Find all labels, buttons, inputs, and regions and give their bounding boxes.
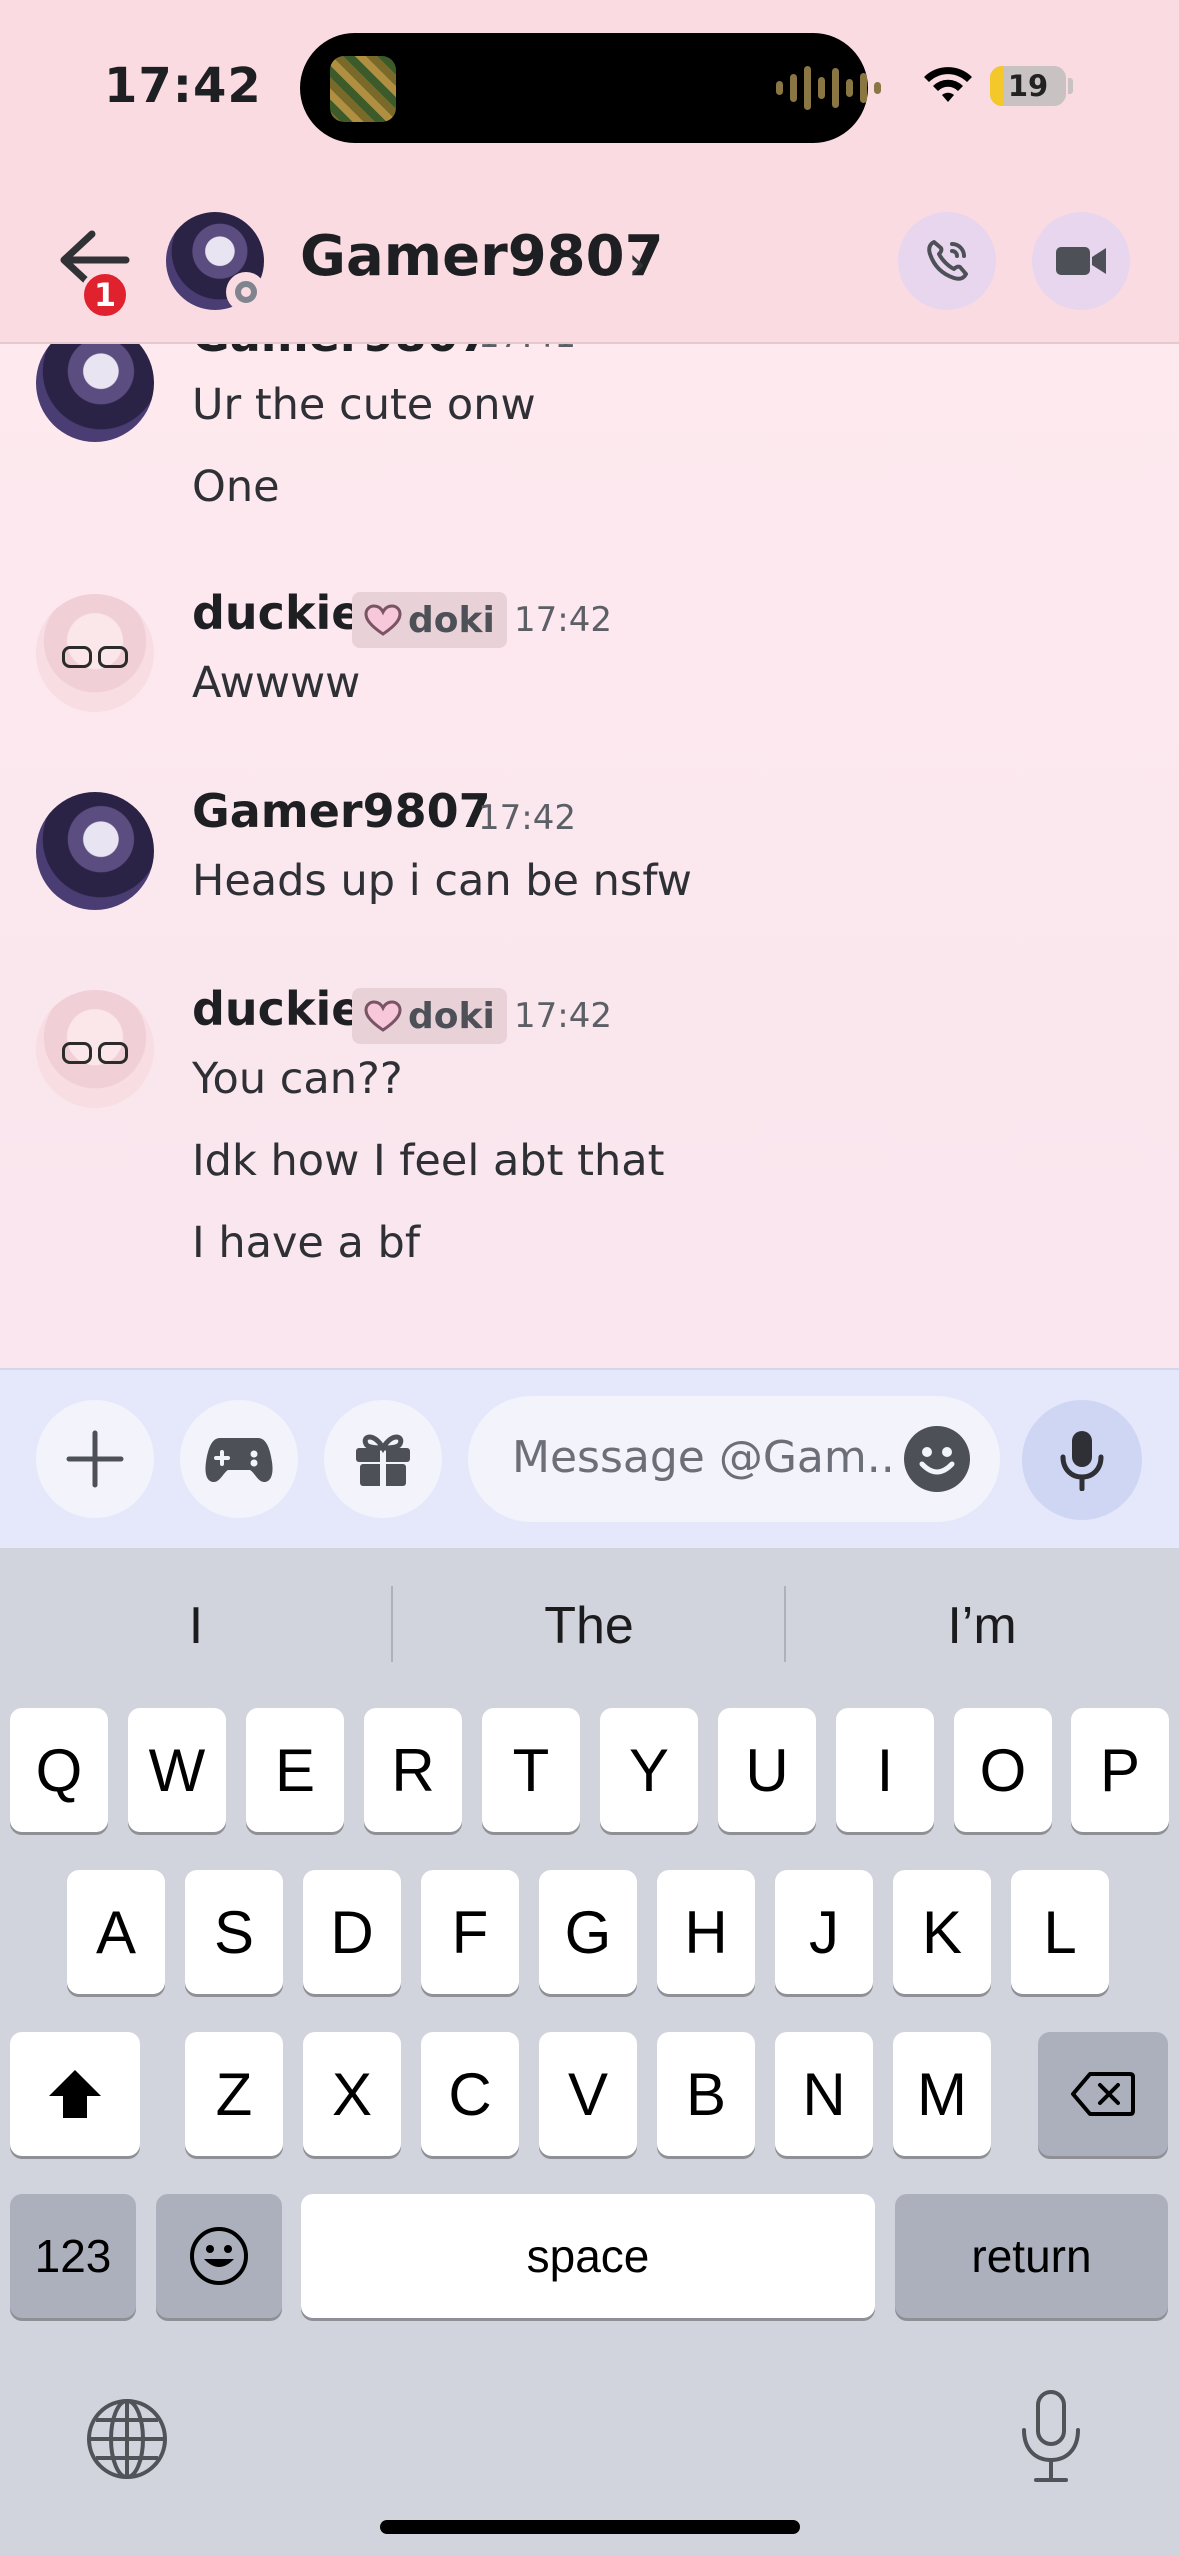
- battery-icon: 19: [990, 66, 1066, 106]
- message-text[interactable]: One: [192, 462, 280, 512]
- message-username[interactable]: Gamer9807: [192, 344, 491, 362]
- key[interactable]: K: [893, 1870, 991, 1994]
- offline-status-icon: [226, 272, 266, 312]
- message-timestamp: 17:42: [478, 798, 576, 838]
- return-key[interactable]: return: [895, 2194, 1168, 2318]
- key[interactable]: X: [303, 2032, 401, 2156]
- emoji-button[interactable]: [904, 1426, 970, 1492]
- message-username[interactable]: duckie: [192, 586, 363, 640]
- suggestion-item[interactable]: The: [393, 1596, 785, 1656]
- message-timestamp: 17:42: [514, 996, 612, 1036]
- key[interactable]: Z: [185, 2032, 283, 2156]
- key[interactable]: T: [482, 1708, 580, 1832]
- message-list[interactable]: Gamer9807 17:41 Ur the cute onw One duck…: [0, 344, 1179, 1368]
- chevron-right-icon[interactable]: ›: [628, 236, 646, 290]
- key[interactable]: L: [1011, 1870, 1109, 1994]
- wifi-icon: [924, 67, 972, 102]
- unread-badge: 1: [80, 270, 130, 320]
- avatar[interactable]: [36, 344, 154, 442]
- message-text[interactable]: Idk how I feel abt that: [192, 1136, 664, 1186]
- key[interactable]: N: [775, 2032, 873, 2156]
- shift-arrow-icon: [49, 2070, 101, 2118]
- voice-call-button[interactable]: [898, 212, 996, 310]
- message-text[interactable]: You can??: [192, 1054, 403, 1104]
- user-tag-label: doki: [408, 599, 495, 641]
- space-key[interactable]: space: [301, 2194, 875, 2318]
- message-timestamp: 17:42: [514, 600, 612, 640]
- key[interactable]: A: [67, 1870, 165, 1994]
- status-time: 17:42: [104, 58, 262, 114]
- key[interactable]: E: [246, 1708, 344, 1832]
- shift-key[interactable]: [10, 2032, 140, 2156]
- emoji-key[interactable]: [156, 2194, 282, 2318]
- key[interactable]: R: [364, 1708, 462, 1832]
- user-tag: doki: [352, 988, 507, 1044]
- key[interactable]: U: [718, 1708, 816, 1832]
- message-text[interactable]: I have a bf: [192, 1218, 420, 1268]
- gift-button[interactable]: [324, 1400, 442, 1518]
- key[interactable]: C: [421, 2032, 519, 2156]
- message-username[interactable]: duckie: [192, 982, 363, 1036]
- avatar[interactable]: [36, 792, 154, 910]
- key[interactable]: V: [539, 2032, 637, 2156]
- key[interactable]: I: [836, 1708, 934, 1832]
- attach-button[interactable]: [36, 1400, 154, 1518]
- dictation-microphone-icon[interactable]: [1018, 2388, 1084, 2484]
- heart-icon: [364, 1000, 402, 1032]
- key[interactable]: Q: [10, 1708, 108, 1832]
- delete-key[interactable]: [1038, 2032, 1168, 2156]
- suggestion-item[interactable]: I: [0, 1596, 392, 1656]
- message-input-placeholder: Message @Gam..: [512, 1432, 895, 1483]
- now-playing-artwork: [330, 56, 396, 122]
- key[interactable]: M: [893, 2032, 991, 2156]
- message-text[interactable]: Awwww: [192, 658, 360, 708]
- user-tag: doki: [352, 592, 507, 648]
- battery-nub: [1068, 78, 1073, 94]
- message-text[interactable]: Ur the cute onw: [192, 380, 536, 430]
- key[interactable]: G: [539, 1870, 637, 1994]
- smiley-icon: [190, 2227, 248, 2285]
- video-call-button[interactable]: [1032, 212, 1130, 310]
- activities-button[interactable]: [180, 1400, 298, 1518]
- avatar[interactable]: [36, 594, 154, 712]
- numbers-key[interactable]: 123: [10, 2194, 136, 2318]
- smiley-icon: [919, 1447, 955, 1475]
- message-text[interactable]: Heads up i can be nsfw: [192, 856, 692, 906]
- phone-icon: [927, 240, 968, 281]
- voice-message-button[interactable]: [1022, 1400, 1142, 1520]
- key[interactable]: S: [185, 1870, 283, 1994]
- audio-waveform-icon: [776, 62, 881, 114]
- key[interactable]: J: [775, 1870, 873, 1994]
- key[interactable]: F: [421, 1870, 519, 1994]
- plus-icon: [66, 1430, 124, 1488]
- globe-icon[interactable]: [84, 2396, 170, 2482]
- key[interactable]: D: [303, 1870, 401, 1994]
- user-tag-label: doki: [408, 995, 495, 1037]
- key[interactable]: H: [657, 1870, 755, 1994]
- gift-icon: [356, 1434, 410, 1486]
- key[interactable]: O: [954, 1708, 1052, 1832]
- key[interactable]: B: [657, 2032, 755, 2156]
- gamepad-icon: [205, 1438, 273, 1482]
- message-timestamp: 17:41: [478, 344, 576, 356]
- key[interactable]: W: [128, 1708, 226, 1832]
- backspace-icon: [1071, 2072, 1135, 2116]
- battery-level: 19: [1007, 69, 1049, 103]
- suggestion-item[interactable]: I’m: [786, 1596, 1178, 1656]
- page-title[interactable]: Gamer9807: [300, 224, 664, 289]
- video-camera-icon: [1056, 247, 1106, 275]
- message-username[interactable]: Gamer9807: [192, 784, 491, 838]
- key[interactable]: P: [1071, 1708, 1169, 1832]
- avatar[interactable]: [36, 990, 154, 1108]
- home-indicator: [380, 2520, 800, 2534]
- key[interactable]: Y: [600, 1708, 698, 1832]
- heart-icon: [364, 604, 402, 636]
- microphone-icon: [1060, 1431, 1104, 1491]
